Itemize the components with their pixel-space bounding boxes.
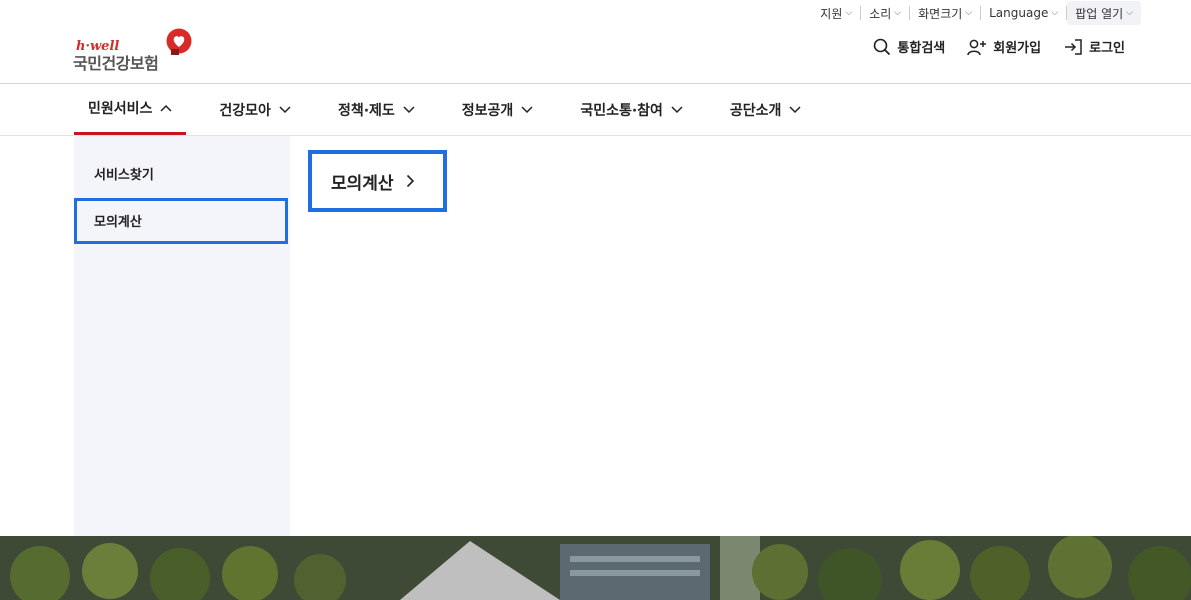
chevron-down-icon <box>671 105 683 113</box>
search-button[interactable]: 통합검색 <box>873 37 945 56</box>
chevron-down-icon <box>521 105 533 113</box>
hero-photo <box>0 536 1191 600</box>
nav-policy[interactable]: 정책·제도 <box>324 84 429 135</box>
heart-logo-icon <box>166 28 192 55</box>
login-button[interactable]: 로그인 <box>1063 37 1125 56</box>
megamenu-sidebar: 서비스찾기 모의계산 <box>74 136 290 536</box>
sound-menu[interactable]: 소리 ⌵ <box>861 6 911 21</box>
sidebar-item-service-find[interactable]: 서비스찾기 <box>94 164 154 183</box>
hero-background-image <box>0 536 1191 600</box>
login-icon <box>1065 38 1082 55</box>
chevron-down-icon <box>789 105 801 113</box>
chevron-down-icon: ⌵ <box>965 8 973 18</box>
main-navigation: 민원서비스 건강모아 정책·제도 정보공개 국민소통·참여 공단소개 <box>74 84 834 135</box>
support-menu[interactable]: 지원 ⌵ <box>812 6 862 21</box>
sidebar-selection-highlight <box>74 198 288 244</box>
nav-about[interactable]: 공단소개 <box>716 84 816 135</box>
nav-health[interactable]: 건강모아 <box>205 84 305 135</box>
signup-button[interactable]: 회원가입 <box>967 37 1041 56</box>
nav-communication[interactable]: 국민소통·참여 <box>566 84 697 135</box>
chevron-right-icon <box>406 174 414 188</box>
header-actions: 통합검색 회원가입 로그인 <box>873 37 1125 56</box>
mock-calc-link[interactable]: 모의계산 <box>308 150 447 212</box>
screen-size-menu[interactable]: 화면크기 ⌵ <box>910 6 982 21</box>
nav-disclosure[interactable]: 정보공개 <box>448 84 548 135</box>
chevron-down-icon <box>279 105 291 113</box>
logo-name: 국민건강보험 <box>73 54 159 73</box>
chevron-down-icon: ⌵ <box>894 8 902 18</box>
chevron-down-icon: ⌵ <box>1126 8 1133 18</box>
popup-open-button[interactable]: 팝업 열기 ⌵ <box>1067 1 1141 25</box>
megamenu-content: 모의계산 <box>290 136 1191 536</box>
nav-civil-service[interactable]: 민원서비스 <box>74 84 187 135</box>
language-menu[interactable]: Language ⌵ <box>981 6 1068 20</box>
search-icon <box>874 38 891 55</box>
chevron-down-icon <box>403 105 415 113</box>
site-logo[interactable]: h·well 국민건강보험 <box>73 28 198 73</box>
chevron-up-icon <box>160 104 172 112</box>
utility-bar: 지원 ⌵ 소리 ⌵ 화면크기 ⌵ Language ⌵ 팝업 열기 ⌵ <box>812 0 1141 26</box>
chevron-down-icon: ⌵ <box>1051 8 1059 18</box>
user-add-icon <box>967 39 987 55</box>
chevron-down-icon: ⌵ <box>845 8 853 18</box>
